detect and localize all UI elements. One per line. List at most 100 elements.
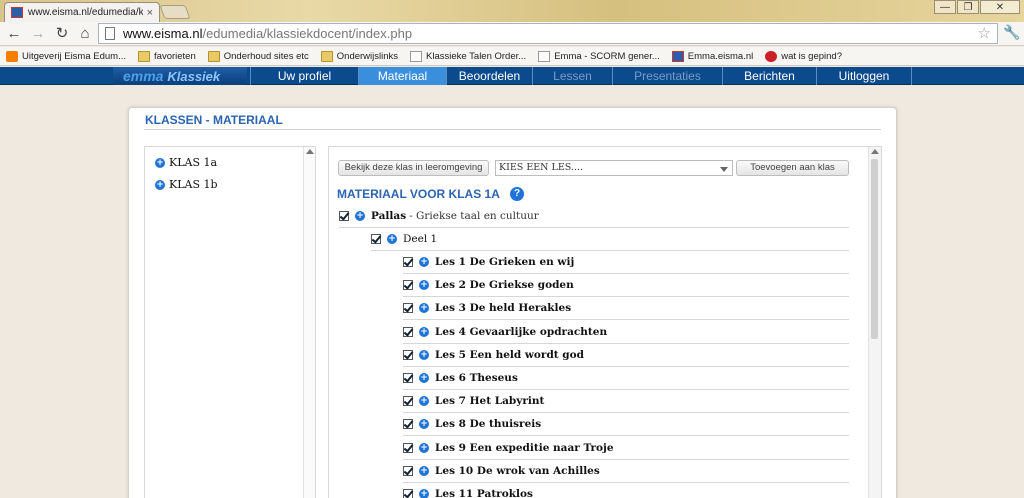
bookmark-star-icon[interactable]: ☆ (978, 24, 991, 42)
nav-presentaties: Presentaties (612, 67, 722, 85)
help-icon[interactable]: ? (510, 187, 524, 201)
bookmark-item[interactable]: wat is gepind? (765, 50, 842, 62)
lesson-label: Les 3 De held Herakles (435, 302, 572, 315)
lesson-row: + Les 4 Gevaarlijke opdrachten (403, 321, 849, 344)
expand-plus-icon[interactable]: + (419, 257, 429, 267)
bookmark-item[interactable]: Uitgeverij Eisma Edum... (6, 50, 127, 62)
lesson-select[interactable]: KIES EEN LES.... (495, 160, 733, 176)
address-path: /edumedia/klassiekdocent/index.php (202, 26, 413, 41)
expand-plus-icon[interactable]: + (419, 373, 429, 383)
lesson-label: Les 11 Patroklos (435, 488, 533, 498)
page-icon (538, 50, 551, 62)
close-window-button[interactable]: ✕ (980, 0, 1020, 14)
maximize-button[interactable]: ❐ (957, 0, 979, 14)
expand-plus-icon[interactable]: + (419, 326, 429, 337)
expand-plus-icon[interactable]: + (419, 303, 429, 314)
expand-plus-icon[interactable]: + (155, 157, 165, 168)
class-item[interactable]: + KLAS 1b (155, 178, 218, 191)
expand-plus-icon[interactable]: + (419, 349, 429, 360)
checkbox[interactable] (403, 396, 413, 407)
expand-plus-icon[interactable]: + (419, 396, 429, 407)
checkbox[interactable] (403, 419, 413, 430)
material-pane: Bekijk deze klas in leeromgeving KIES EE… (328, 146, 882, 498)
page-icon (410, 50, 423, 62)
expand-plus-icon[interactable]: + (419, 280, 429, 291)
bookmark-label: Uitgeverij Eisma Edum... (22, 50, 127, 62)
checkbox[interactable] (339, 211, 349, 221)
checkbox[interactable] (403, 303, 413, 314)
nav-uitloggen[interactable]: Uitloggen (816, 67, 912, 85)
bookmark-item[interactable]: Onderwijslinks (320, 50, 398, 62)
browser-tab[interactable]: www.eisma.nl/edumedia/klas × (4, 2, 160, 22)
browser-tabstrip: www.eisma.nl/edumedia/klas × — ❐ ✕ (0, 0, 1024, 22)
view-class-button[interactable]: Bekijk deze klas in leeromgeving (338, 160, 489, 176)
lesson-label: Les 9 Een expeditie naar Troje (435, 441, 614, 454)
window-controls: — ❐ ✕ (933, 0, 1020, 14)
home-icon[interactable]: ⌂ (75, 24, 95, 44)
checkbox[interactable] (403, 326, 413, 337)
class-list-scrollbar[interactable] (303, 147, 315, 498)
folder-icon (320, 50, 333, 62)
lesson-row: + Les 2 De Griekse goden (403, 274, 849, 298)
lesson-label: Les 5 Een held wordt god (435, 348, 584, 361)
material-scrollbar[interactable] (868, 147, 881, 498)
emma-logo[interactable]: emma Klassiek (113, 67, 247, 85)
bookmark-label: Onderhoud sites etc (223, 50, 309, 62)
forward-arrow-icon[interactable]: → (28, 24, 48, 44)
bookmark-item[interactable]: Emma - SCORM gener... (538, 50, 660, 62)
scroll-up-icon[interactable] (306, 149, 314, 154)
site-favicon-icon (11, 7, 23, 18)
lesson-row: + Les 9 Een expeditie naar Troje (403, 437, 849, 460)
site-nav: emma Klassiek Uw profiel Materiaal Beoor… (0, 67, 1024, 85)
class-label: KLAS 1a (169, 156, 218, 169)
checkbox[interactable] (403, 349, 413, 360)
checkbox[interactable] (403, 442, 413, 453)
lesson-row: + Les 10 De wrok van Achilles (403, 460, 849, 483)
nav-berichten[interactable]: Berichten (722, 67, 816, 85)
book-subtitle: - Griekse taal en cultuur (409, 210, 539, 222)
expand-plus-icon[interactable]: + (419, 465, 429, 476)
bookmark-label: Klassieke Talen Order... (426, 50, 527, 62)
bookmark-label: wat is gepind? (781, 50, 842, 62)
address-bar[interactable]: www.eisma.nl/edumedia/klassiekdocent/ind… (98, 23, 998, 44)
nav-lessen: Lessen (532, 67, 612, 85)
scroll-thumb[interactable] (871, 159, 878, 339)
nav-uw-profiel[interactable]: Uw profiel (250, 67, 358, 85)
folder-icon (207, 50, 220, 62)
reload-icon[interactable]: ↻ (52, 24, 72, 44)
bookmarks-bar: Uitgeverij Eisma Edum... favorieten Onde… (0, 47, 1024, 66)
bookmark-item[interactable]: Klassieke Talen Order... (410, 50, 527, 62)
wrench-icon[interactable]: 🔧 (1003, 24, 1020, 41)
lesson-row: + Les 8 De thuisreis (403, 413, 849, 437)
lesson-row: + Les 1 De Grieken en wij (403, 251, 849, 274)
bookmark-item[interactable]: Emma.eisma.nl (671, 50, 753, 62)
new-tab-button[interactable] (159, 5, 191, 19)
checkbox[interactable] (403, 280, 413, 291)
expand-plus-icon[interactable]: + (387, 234, 397, 244)
expand-plus-icon[interactable]: + (155, 179, 165, 190)
checkbox[interactable] (371, 234, 381, 244)
chevron-down-icon (720, 167, 728, 172)
nav-materiaal[interactable]: Materiaal (358, 67, 446, 85)
bookmark-item[interactable]: favorieten (138, 50, 196, 62)
checkbox[interactable] (403, 465, 413, 476)
expand-plus-icon[interactable]: + (355, 211, 365, 221)
minimize-button[interactable]: — (934, 0, 956, 14)
lesson-label: Les 8 De thuisreis (435, 418, 542, 431)
expand-plus-icon[interactable]: + (419, 489, 429, 498)
bookmark-item[interactable]: Onderhoud sites etc (207, 50, 309, 62)
class-list: + KLAS 1a + KLAS 1b (144, 146, 316, 498)
logo-main: emma (123, 68, 164, 84)
checkbox[interactable] (403, 489, 413, 498)
nav-beoordelen[interactable]: Beoordelen (446, 67, 532, 85)
class-item[interactable]: + KLAS 1a (155, 156, 217, 169)
close-tab-icon[interactable]: × (147, 7, 153, 19)
back-arrow-icon[interactable]: ← (4, 24, 24, 44)
lesson-label: Les 6 Theseus (435, 372, 518, 384)
scroll-up-icon[interactable] (871, 149, 879, 154)
expand-plus-icon[interactable]: + (419, 419, 429, 430)
checkbox[interactable] (403, 257, 413, 267)
checkbox[interactable] (403, 373, 413, 383)
add-to-class-button[interactable]: Toevoegen aan klas (736, 160, 849, 176)
expand-plus-icon[interactable]: + (419, 442, 429, 453)
